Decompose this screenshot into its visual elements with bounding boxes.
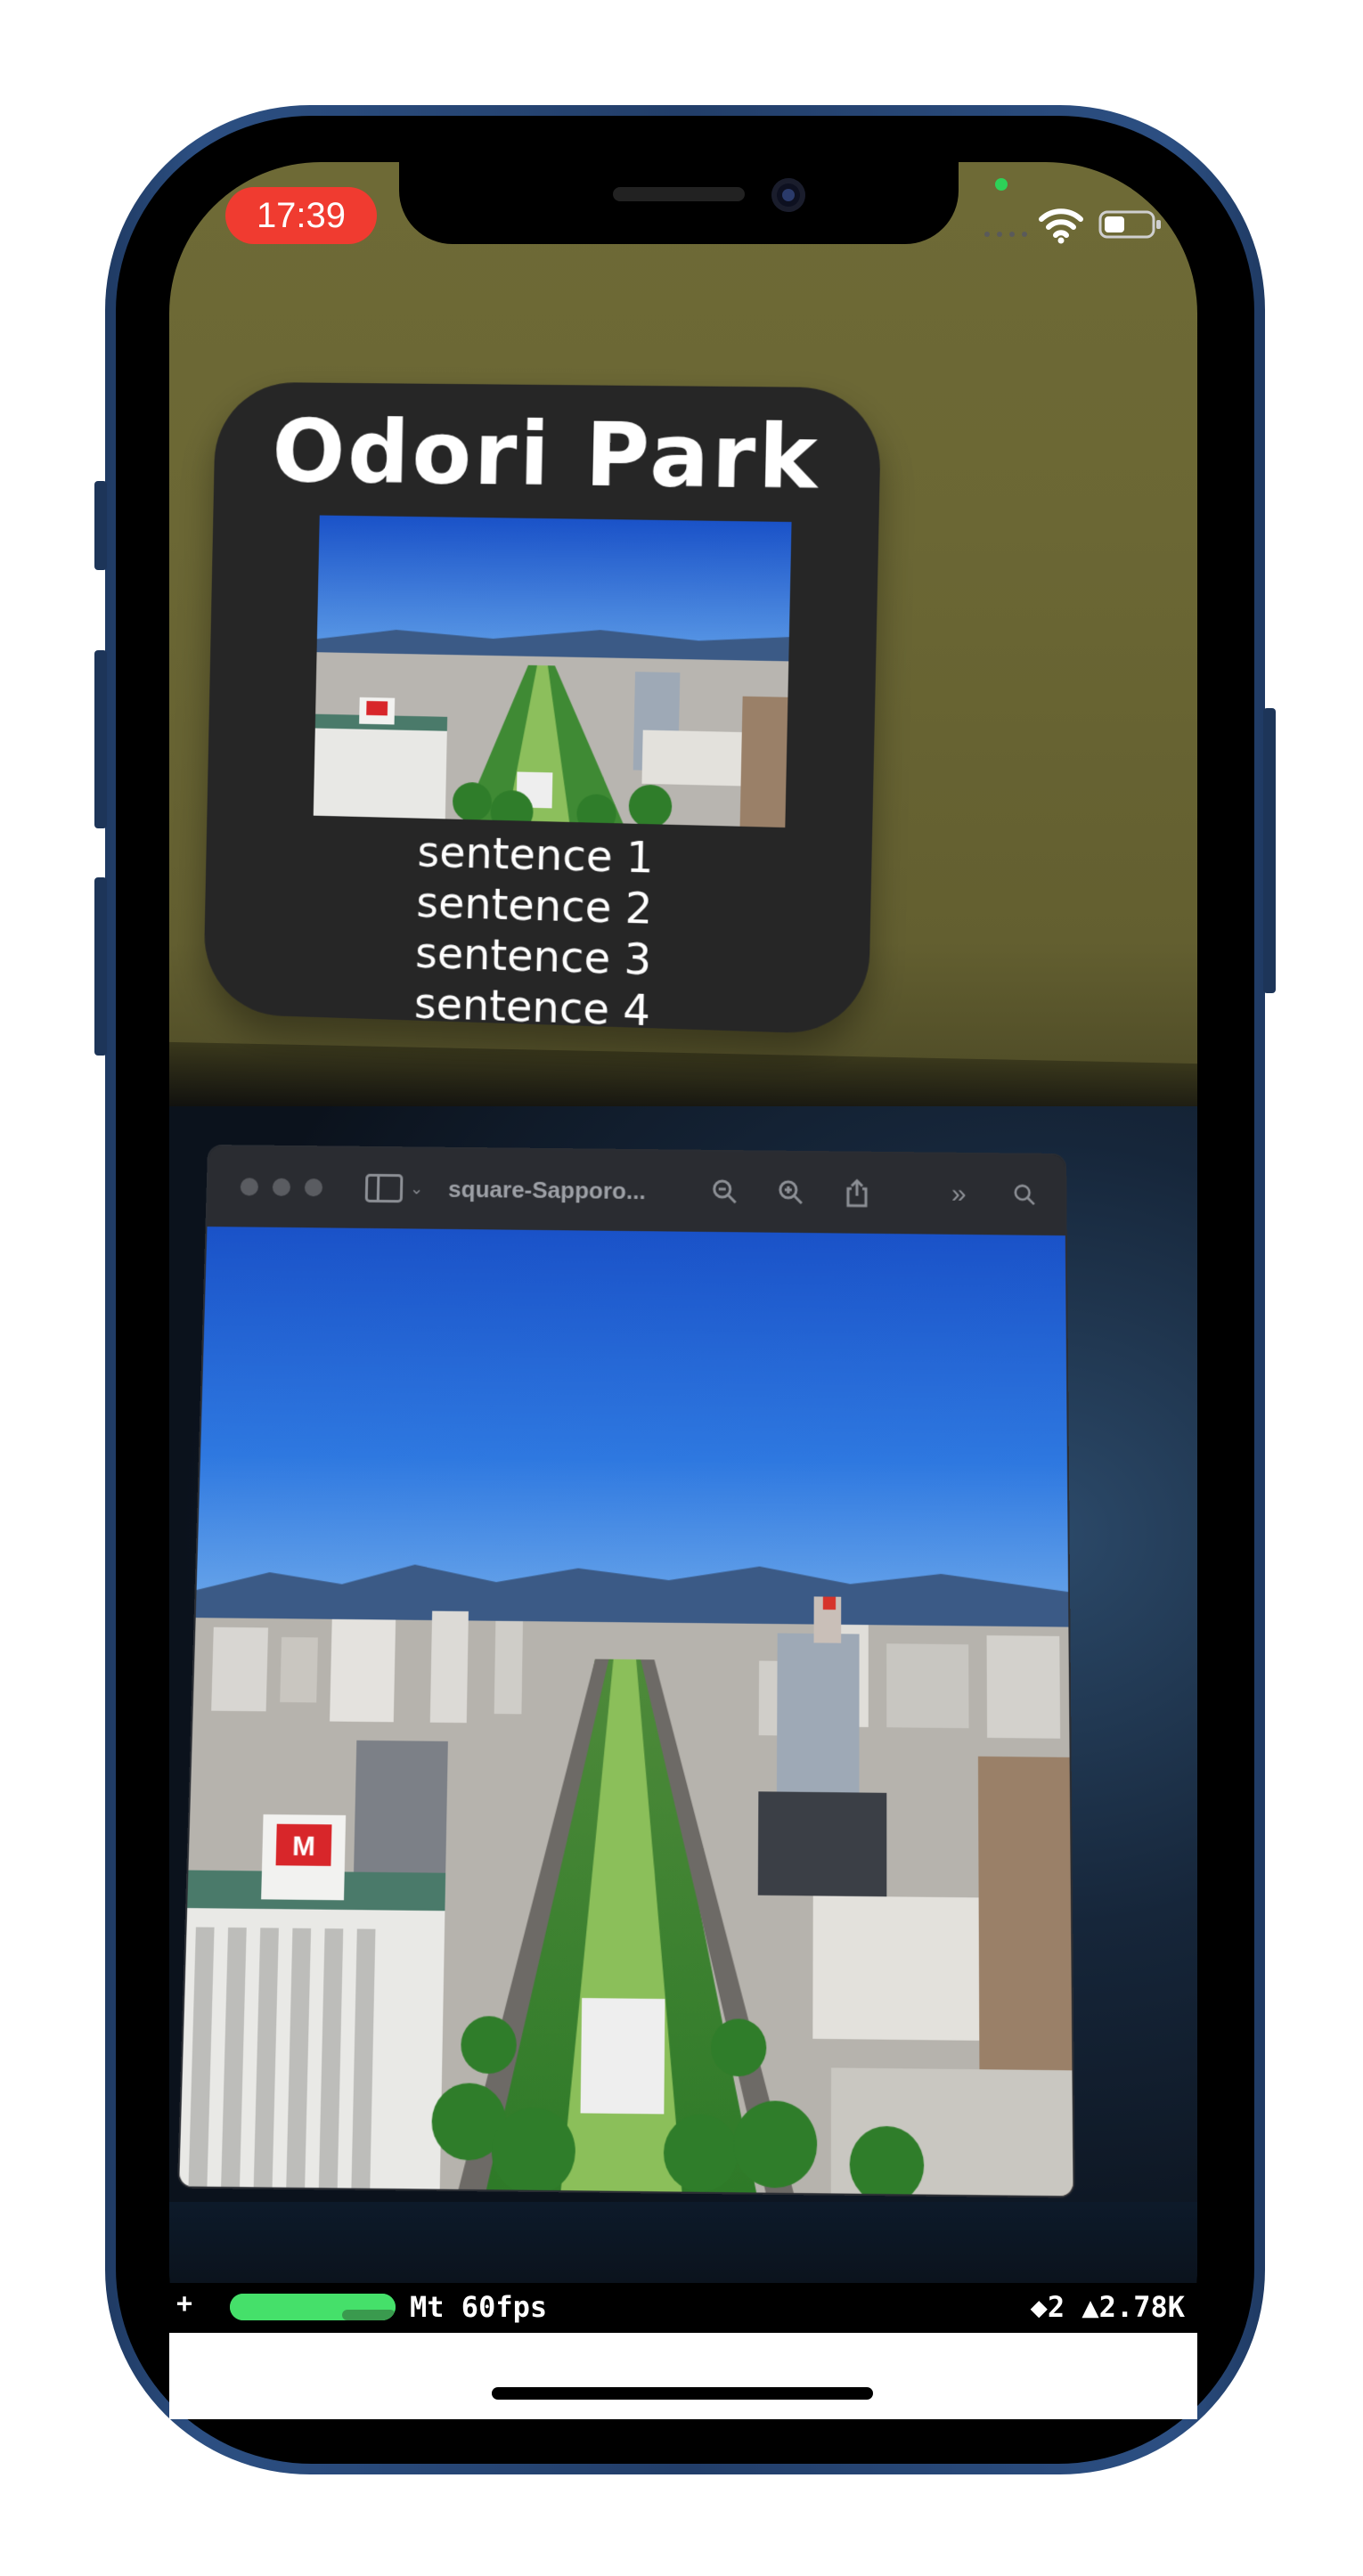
ar-info-card[interactable]: Odori Park sentence 1 sentence 2 sentenc… xyxy=(202,381,882,1036)
front-camera xyxy=(771,178,805,212)
card-photo xyxy=(313,515,792,828)
signal-icon xyxy=(984,232,1027,237)
fps-readout: Mt 60fps xyxy=(410,2290,548,2324)
silent-switch xyxy=(94,481,107,570)
sapporo-city-photo: M xyxy=(179,1227,1073,2197)
fps-bar xyxy=(230,2294,396,2320)
status-time[interactable]: 17:39 xyxy=(225,187,377,244)
window-controls xyxy=(240,1178,323,1197)
camera-in-use-indicator xyxy=(995,178,1008,191)
zoom-in-icon xyxy=(778,1179,804,1206)
home-indicator[interactable] xyxy=(492,2387,873,2400)
earpiece-speaker xyxy=(613,187,745,201)
preview-toolbar: » xyxy=(712,1178,1039,1209)
window-title: square-Sapporo... xyxy=(448,1175,646,1204)
battery-icon xyxy=(1098,210,1161,239)
chevron-down-icon: ⌄ xyxy=(409,1178,424,1197)
zoom-out-icon xyxy=(712,1178,739,1205)
notch xyxy=(399,162,959,244)
preview-titlebar: ⌄ square-Sapporo... » xyxy=(207,1145,1065,1236)
more-icon: » xyxy=(951,1178,967,1209)
minimize-dot-icon xyxy=(272,1178,291,1196)
wifi-icon xyxy=(1039,208,1083,244)
scene-stats: ◆2 ▲2.78K xyxy=(1030,2290,1185,2324)
debug-expand-button[interactable]: + xyxy=(176,2288,192,2319)
zoom-dot-icon xyxy=(304,1178,323,1197)
monitor-display: ⌄ square-Sapporo... » M xyxy=(179,1145,1073,2197)
debug-overlay: + Mt 60fps ◆2 ▲2.78K xyxy=(169,2283,1197,2333)
fps-bar-mark xyxy=(342,2310,396,2320)
volume-up-button xyxy=(94,650,107,828)
search-icon xyxy=(1011,1181,1038,1208)
power-button xyxy=(1263,708,1276,993)
card-sentences: sentence 1 sentence 2 sentence 3 sentenc… xyxy=(203,822,872,1045)
close-dot-icon xyxy=(240,1178,259,1196)
bottom-safe-area xyxy=(169,2333,1197,2419)
card-title: Odori Park xyxy=(271,401,821,510)
svg-text:M: M xyxy=(292,1830,316,1862)
volume-down-button xyxy=(94,877,107,1056)
sidebar-icon xyxy=(364,1173,404,1203)
preview-window: ⌄ square-Sapporo... » M xyxy=(179,1145,1073,2197)
share-icon xyxy=(844,1179,870,1206)
